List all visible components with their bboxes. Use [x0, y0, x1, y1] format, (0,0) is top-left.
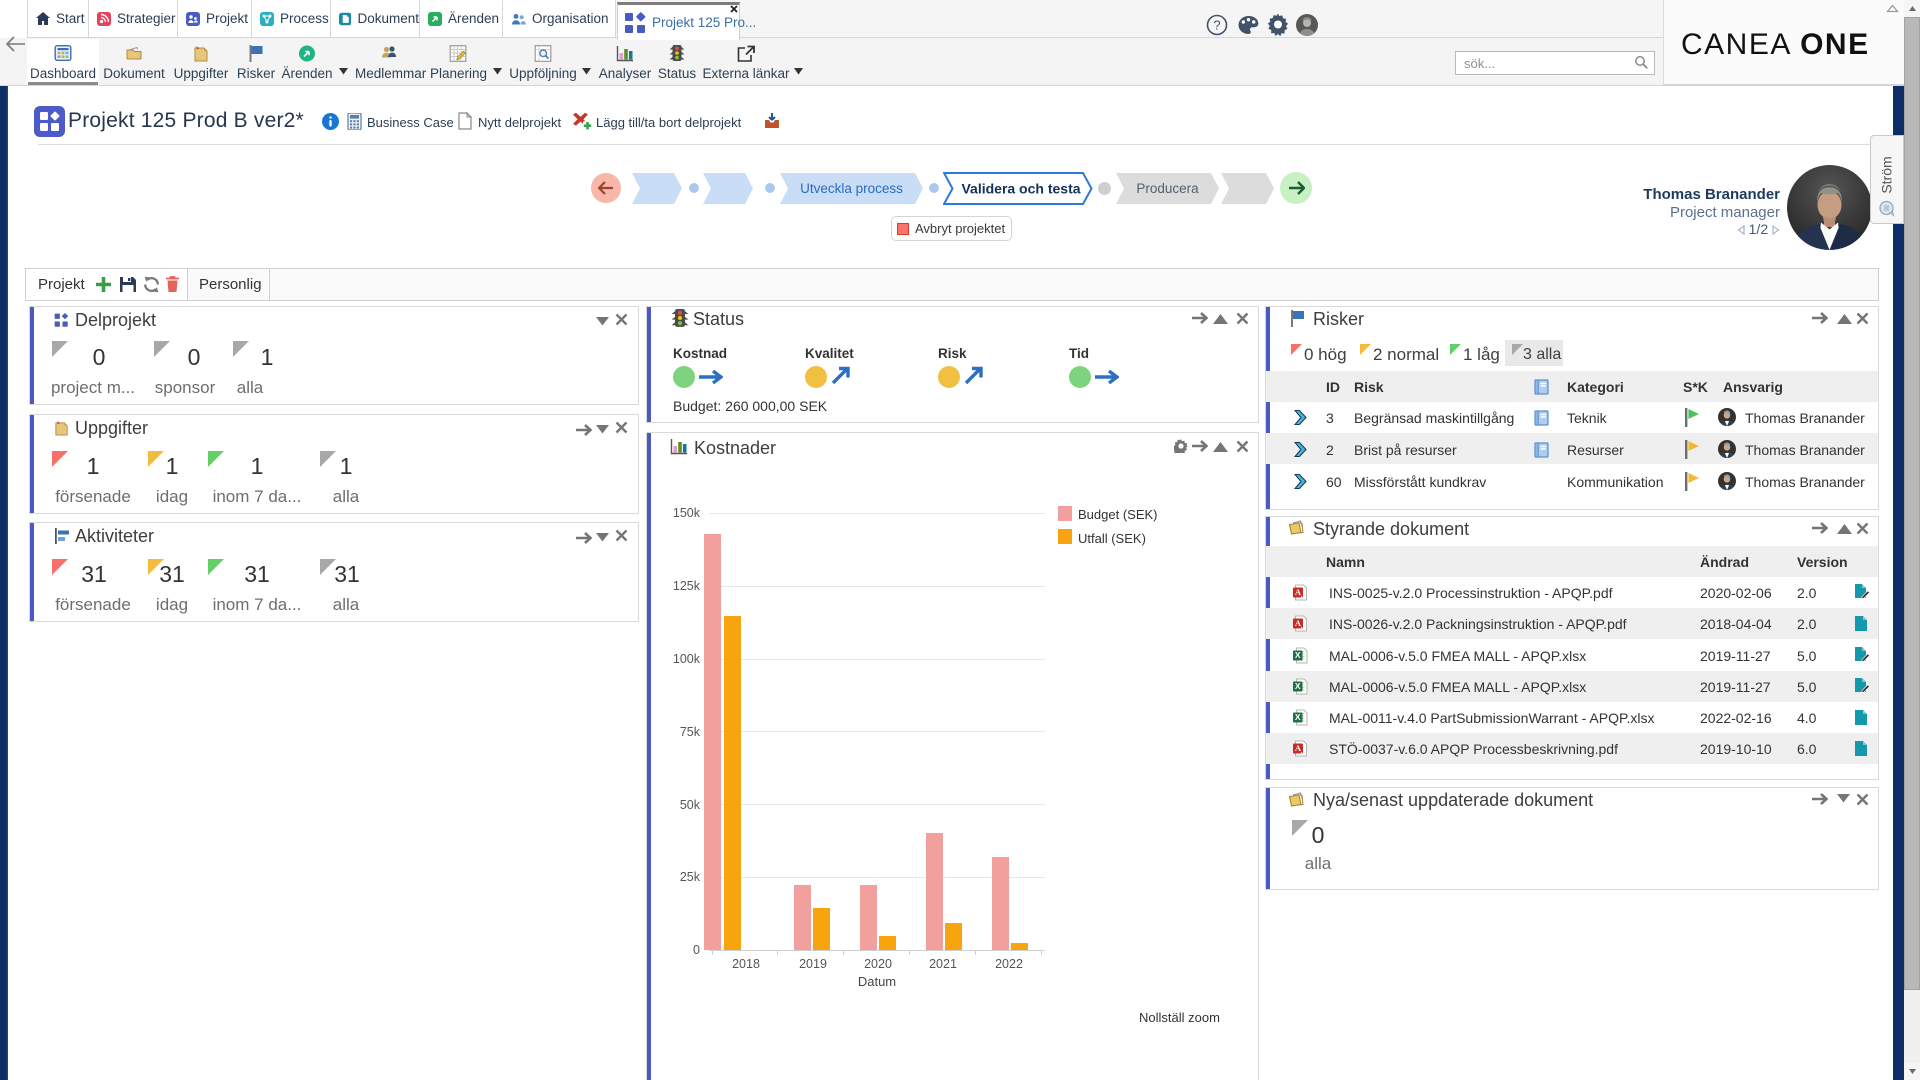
svg-text:X: X [1295, 681, 1301, 691]
svg-text:?: ? [1213, 18, 1220, 33]
svg-text:A: A [1295, 619, 1302, 629]
svg-text:X: X [1295, 650, 1301, 660]
svg-text:Validera och testa: Validera och testa [961, 181, 1080, 197]
svg-text:A: A [1295, 743, 1302, 753]
svg-text:X: X [1295, 712, 1301, 722]
svg-text:A: A [1295, 587, 1302, 597]
